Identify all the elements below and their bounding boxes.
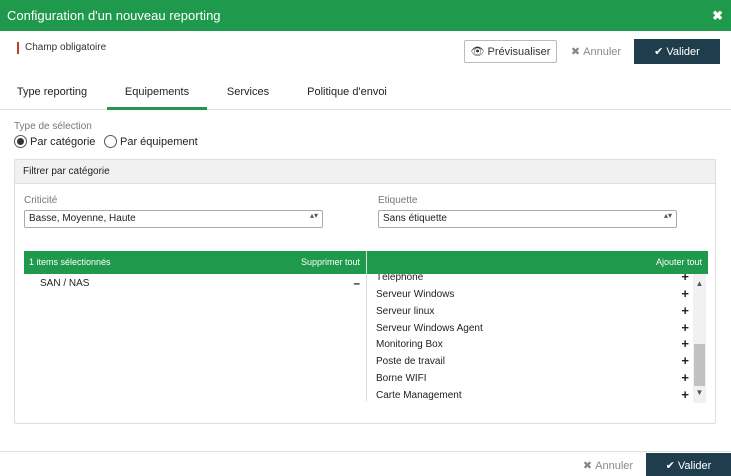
cancel-button[interactable]: ✖ Annuler bbox=[566, 40, 626, 63]
check-icon: ✔ bbox=[654, 46, 664, 58]
etiquette-value: Sans étiquette bbox=[383, 213, 447, 224]
preview-label: Prévisualiser bbox=[487, 46, 551, 58]
plus-icon[interactable]: + bbox=[681, 303, 689, 318]
etiquette-label: Etiquette bbox=[378, 195, 418, 206]
scroll-up-icon[interactable]: ▲ bbox=[693, 278, 706, 290]
available-list[interactable]: Téléphone + Serveur Windows + Serveur li… bbox=[367, 274, 708, 403]
list-item: Borne WIFI + bbox=[367, 370, 691, 387]
filter-panel: Filtrer par catégorie Criticité Basse, M… bbox=[14, 159, 716, 424]
footer-cancel-button[interactable]: ✖ Annuler bbox=[578, 456, 638, 474]
select-arrows-icon: ▴▾ bbox=[663, 211, 672, 220]
list-item: Serveur linux + bbox=[367, 303, 691, 320]
preview-button[interactable]: 👁 Prévisualiser bbox=[464, 40, 557, 63]
criticite-label: Criticité bbox=[24, 195, 58, 206]
tab-politique-envoi[interactable]: Politique d'envoi bbox=[294, 80, 400, 110]
dialog-header: Configuration d'un nouveau reporting ✖ bbox=[0, 0, 731, 31]
available-list-header: Ajouter tout bbox=[367, 251, 708, 274]
scrollbar[interactable]: ▲ ▼ bbox=[693, 274, 706, 403]
plus-icon[interactable]: + bbox=[681, 336, 689, 351]
select-arrows-icon: ▴▾ bbox=[309, 211, 318, 220]
selected-list-header: 1 items sélectionnés Supprimer tout bbox=[24, 251, 366, 274]
tab-services[interactable]: Services bbox=[214, 80, 282, 110]
radio-par-categorie[interactable]: Par catégorie bbox=[14, 135, 95, 148]
add-all-link[interactable]: Ajouter tout bbox=[656, 257, 702, 267]
remove-all-link[interactable]: Supprimer tout bbox=[301, 257, 360, 267]
tab-equipements[interactable]: Equipements bbox=[107, 80, 207, 110]
available-item-name: Téléphone bbox=[376, 274, 424, 283]
available-item-name: Monitoring Box bbox=[376, 339, 443, 350]
tab-bar: Type reporting Equipements Services Poli… bbox=[0, 80, 731, 110]
plus-icon[interactable]: + bbox=[681, 286, 689, 301]
plus-icon[interactable]: + bbox=[681, 274, 689, 284]
plus-icon[interactable]: + bbox=[681, 370, 689, 385]
cancel-label: Annuler bbox=[583, 46, 622, 58]
filter-panel-title: Filtrer par catégorie bbox=[15, 160, 715, 184]
criticite-select[interactable]: Basse, Moyenne, Haute ▴▾ bbox=[24, 210, 323, 228]
radio-unchecked-icon bbox=[104, 135, 117, 148]
selection-type-label: Type de sélection bbox=[14, 121, 92, 132]
list-item: Monitoring Box + bbox=[367, 336, 691, 353]
cross-icon: ✖ bbox=[582, 459, 593, 472]
available-item-name: Serveur Windows Agent bbox=[376, 323, 483, 334]
scroll-down-icon[interactable]: ▼ bbox=[693, 387, 706, 399]
radio-par-equipement[interactable]: Par équipement bbox=[104, 135, 198, 148]
selected-count: 1 items sélectionnés bbox=[29, 257, 111, 267]
close-icon[interactable]: ✖ bbox=[712, 8, 723, 24]
validate-label: Valider bbox=[677, 459, 712, 472]
available-item-name: Serveur Windows bbox=[376, 289, 455, 300]
plus-icon[interactable]: + bbox=[681, 387, 689, 402]
footer-validate-button[interactable]: ✔ Valider bbox=[646, 453, 731, 476]
plus-icon[interactable]: + bbox=[681, 320, 689, 335]
dialog-title: Configuration d'un nouveau reporting bbox=[7, 8, 221, 23]
check-icon: ✔ bbox=[665, 459, 675, 472]
available-item-name: Serveur linux bbox=[376, 306, 435, 317]
list-item: Carte Management + bbox=[367, 387, 691, 403]
available-item-name: Poste de travail bbox=[376, 356, 445, 367]
scroll-thumb[interactable] bbox=[694, 344, 705, 386]
radio-checked-icon bbox=[14, 135, 27, 148]
radio-label: Par catégorie bbox=[30, 135, 96, 148]
required-note: Champ obligatoire bbox=[17, 42, 106, 54]
validate-label: Valider bbox=[666, 46, 700, 58]
list-item: SAN / NAS – bbox=[24, 276, 366, 292]
list-item: Serveur Windows + bbox=[367, 286, 691, 303]
radio-label: Par équipement bbox=[120, 135, 198, 148]
plus-icon[interactable]: + bbox=[681, 353, 689, 368]
criticite-value: Basse, Moyenne, Haute bbox=[29, 213, 136, 224]
tab-type-reporting[interactable]: Type reporting bbox=[0, 80, 104, 110]
list-item: Téléphone + bbox=[367, 274, 691, 286]
eye-icon: 👁 bbox=[470, 46, 485, 58]
available-item-name: Borne WIFI bbox=[376, 373, 427, 384]
dialog-footer: ✖ Annuler ✔ Valider bbox=[0, 451, 731, 476]
available-item-name: Carte Management bbox=[376, 390, 462, 401]
cancel-label: Annuler bbox=[595, 459, 634, 472]
cross-icon: ✖ bbox=[570, 46, 581, 58]
list-item: Serveur Windows Agent + bbox=[367, 320, 691, 337]
etiquette-select[interactable]: Sans étiquette ▴▾ bbox=[378, 210, 677, 228]
validate-button[interactable]: ✔ Valider bbox=[634, 39, 720, 64]
selected-item-name: SAN / NAS bbox=[40, 278, 90, 289]
list-item: Poste de travail + bbox=[367, 353, 691, 370]
minus-icon[interactable]: – bbox=[353, 276, 360, 290]
